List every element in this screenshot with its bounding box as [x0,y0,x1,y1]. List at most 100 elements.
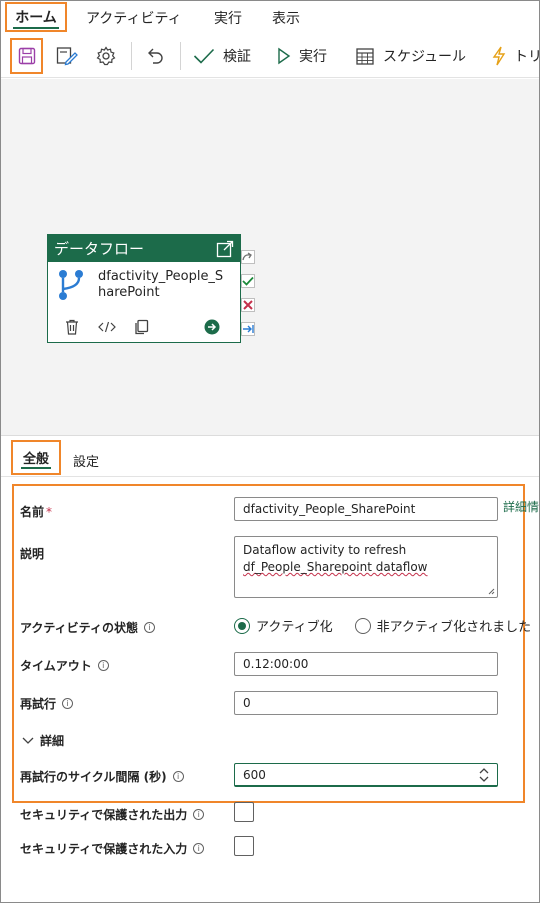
retry-interval-value: 600 [243,767,266,782]
checkmark-icon [193,48,215,64]
info-icon[interactable]: i [97,660,109,671]
properties-tabs: 全般 設定 [1,437,539,477]
toolbar-divider [131,42,132,70]
tab-settings[interactable]: 設定 [73,451,99,470]
retry-interval-label-text: 再試行のサイクル間隔 (秒) [20,770,167,784]
retry-label-text: 再試行 [20,697,57,711]
description-line-2: df_People_Sharepoint dataflow [243,560,428,574]
calendar-icon [356,48,374,65]
retry-interval-input[interactable]: 600 [234,763,498,787]
retry-input[interactable]: 0 [234,691,498,715]
timeout-label-text: タイムアウト [20,659,92,673]
go-to-button[interactable] [204,318,220,336]
node-actions [48,318,240,336]
retry-label: 再試行 i [20,695,74,712]
deactivate-radio[interactable] [354,617,371,634]
secure-output-label-text: セキュリティで保護された出力 [20,808,188,822]
save-button[interactable] [10,38,43,74]
copy-icon [135,319,149,335]
delete-button[interactable] [65,318,79,336]
secure-output-label: セキュリティで保護された出力 i [20,806,205,823]
deactivate-option-label: 非アクティブ化されました [376,620,532,635]
save-icon [18,47,35,65]
info-icon[interactable]: i [143,622,155,633]
schedule-button[interactable]: スケジュール [355,38,466,74]
learn-more-link[interactable]: 詳細情 [503,498,539,515]
success-connector-icon[interactable] [241,274,255,288]
node-type-label: データフロー [54,240,145,258]
activity-state-label-text: アクティビティの状態 [20,621,138,635]
secure-input-label-text: セキュリティで保護された入力 [20,842,188,856]
run-button[interactable]: 実行 [277,38,327,74]
menu-bar: ホーム アクティビティ 実行 表示 [1,1,539,34]
settings-button[interactable] [96,38,116,74]
edit-icon [56,47,78,66]
validate-label: 検証 [223,49,251,65]
node-connectors [241,250,257,346]
info-icon[interactable]: i [193,843,205,854]
description-textarea[interactable]: Dataflow activity to refresh df_People_S… [234,536,498,598]
play-icon [278,47,291,65]
spinner-arrows-icon[interactable] [479,767,489,782]
description-line-1: Dataflow activity to refresh [243,543,407,557]
menu-home[interactable]: ホーム [5,2,67,32]
gear-icon [96,46,116,66]
arrow-right-circle-icon [204,319,220,335]
general-form-highlight [12,484,525,803]
pipeline-canvas[interactable]: データフロー dfactivity_People_SharePoint [1,79,539,436]
code-icon [98,321,116,333]
dataflow-icon [59,270,83,300]
menu-run[interactable]: 実行 [214,8,242,28]
validate-button[interactable]: 検証 [193,38,251,74]
dataflow-activity-node[interactable]: データフロー dfactivity_People_SharePoint [47,234,241,343]
info-icon[interactable]: i [62,698,74,709]
node-body: dfactivity_People_SharePoint [58,269,238,301]
tab-general[interactable]: 全般 [11,440,61,475]
activate-option-label: アクティブ化 [256,620,333,635]
node-name: dfactivity_People_SharePoint [98,269,224,300]
description-label: 説明 [20,545,44,562]
name-label: 名前 * [20,503,52,520]
details-label: 詳細 [40,734,65,748]
edit-button[interactable] [56,38,78,74]
code-button[interactable] [98,318,116,336]
timeout-input[interactable]: 0.12:00:00 [234,652,498,676]
undo-icon [148,48,163,64]
secure-input-checkbox[interactable] [234,836,254,856]
secure-input-label: セキュリティで保護された入力 i [20,840,205,857]
name-input[interactable]: dfactivity_People_SharePoint [234,497,498,521]
trigger-button[interactable]: トリ [492,38,540,74]
activate-radio[interactable] [234,617,250,634]
node-header: データフロー [48,235,240,262]
menu-activities[interactable]: アクティビティ [86,8,182,28]
menu-home-label: ホーム [15,10,57,26]
run-label: 実行 [299,49,327,65]
timeout-label: タイムアウト i [20,657,109,674]
completion-connector-icon[interactable] [241,322,255,336]
info-icon[interactable]: i [172,771,184,782]
open-external-icon[interactable] [216,240,234,258]
details-toggle[interactable]: 詳細 [22,732,64,749]
failure-connector-icon[interactable] [241,298,255,312]
toolbar: 検証 実行 スケジュール トリ [1,34,540,78]
toolbar-divider [180,42,181,70]
menu-view[interactable]: 表示 [272,8,300,28]
chevron-down-icon [22,737,34,744]
trigger-label: トリ [514,49,540,65]
info-icon[interactable]: i [193,809,205,820]
secure-output-checkbox[interactable] [234,802,254,822]
description-label-text: 説明 [20,547,45,561]
name-label-text: 名前 [20,505,45,519]
schedule-label: スケジュール [383,49,467,65]
copy-button[interactable] [134,318,149,336]
retry-interval-label: 再試行のサイクル間隔 (秒) i [20,768,184,785]
activity-state-label: アクティビティの状態 i [20,619,155,636]
tab-general-label: 全般 [22,452,49,467]
trash-icon [66,319,78,335]
lightning-icon [492,46,506,66]
activity-state-options: アクティブ化 非アクティブ化されました [234,616,531,635]
resize-grip-icon [488,588,495,595]
undo-button[interactable] [145,38,165,74]
required-marker: * [46,505,53,519]
skip-connector-icon[interactable] [241,250,255,264]
